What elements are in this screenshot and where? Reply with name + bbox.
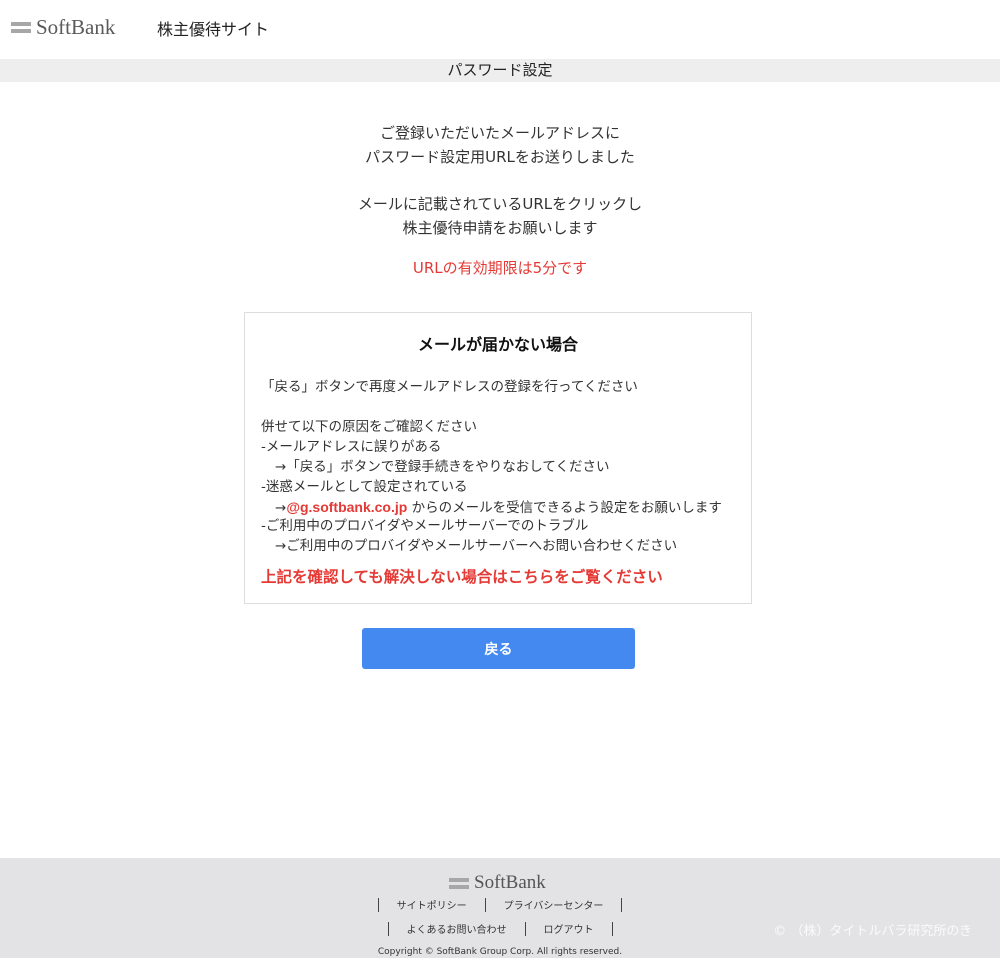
cause-provider-trouble-fix: →ご利用中のプロバイダやメールサーバーへお問い合わせください: [275, 538, 678, 554]
expiry-notice: URLの有効期限は5分です: [412, 259, 588, 277]
site-name: 株主優待サイト: [157, 20, 270, 39]
site-header: SoftBank 株主優待サイト: [0, 0, 1000, 58]
softbank-logo-bars-icon: [11, 22, 31, 33]
site-footer: SoftBank サイトポリシー プライバシーセンター よくあるお問い合わせ ログア…: [0, 858, 1000, 958]
check-intro: 併せて以下の原因をご確認ください: [261, 419, 477, 435]
footer-logo-text: SoftBank: [474, 872, 546, 893]
softbank-logo-text: SoftBank: [36, 15, 116, 39]
cause-spam-filter-fix: →@g.softbank.co.jp からのメールを受信できるよう設定をお願いし…: [261, 497, 722, 518]
instruction-line2: 株主優待申請をお願いします: [402, 219, 598, 237]
arrow-text: →: [275, 500, 287, 516]
instruction-message: メールに記載されているURLをクリックし 株主優待申請をお願いします: [0, 192, 1000, 240]
cause-provider-trouble: -ご利用中のプロバイダやメールサーバーでのトラブル: [261, 518, 589, 534]
email-not-received-box: メールが届かない場合 「戻る」ボタンで再度メールアドレスの登録を行ってください …: [244, 312, 752, 604]
back-button[interactable]: 戻る: [362, 628, 635, 669]
footer-logo-bars-icon: [449, 877, 469, 889]
instruction-line1: メールに記載されているURLをクリックし: [357, 195, 643, 213]
footer-softbank-logo[interactable]: SoftBank: [449, 872, 546, 894]
sent-message-line2: パスワード設定用URLをお送りしました: [365, 148, 635, 166]
divider: [484, 897, 486, 912]
privacy-center-link[interactable]: プライバシーセンター: [504, 901, 604, 912]
sender-domain: @g.softbank.co.jp: [286, 499, 408, 515]
back-instruction: 「戻る」ボタンで再度メールアドレスの登録を行ってください: [261, 379, 638, 395]
infobox-title: メールが届かない場合: [417, 335, 578, 354]
sent-message-line1: ご登録いただいたメールアドレスに: [379, 124, 620, 142]
watermark-text: © （株）タイトルバラ研究所のき: [773, 924, 972, 939]
page-title: パスワード設定: [0, 59, 1000, 82]
cause-spam-filter-fix-text: からのメールを受信できるよう設定をお願いします: [407, 500, 722, 516]
faq-link[interactable]: よくあるお問い合わせ: [407, 925, 507, 936]
cause-spam-filter: -迷惑メールとして設定されている: [261, 479, 468, 495]
divider: [387, 921, 389, 936]
logout-link[interactable]: ログアウト: [544, 925, 594, 936]
sent-message: ご登録いただいたメールアドレスに パスワード設定用URLをお送りしました: [0, 121, 1000, 169]
cause-wrong-address-fix: →「戻る」ボタンで登録手続きをやりなおしてください: [275, 459, 610, 475]
site-policy-link[interactable]: サイトポリシー: [397, 901, 467, 912]
divider: [377, 897, 379, 912]
divider: [621, 897, 623, 912]
footer-links-row1: サイトポリシー プライバシーセンター: [0, 897, 1000, 912]
help-link[interactable]: 上記を確認しても解決しない場合はこちらをご覧ください: [261, 565, 663, 587]
softbank-logo[interactable]: SoftBank: [11, 15, 115, 40]
copyright-text: Copyright © SoftBank Group Corp. All rig…: [377, 947, 623, 957]
cause-wrong-address: -メールアドレスに誤りがある: [261, 439, 442, 455]
divider: [611, 921, 613, 936]
divider: [524, 921, 526, 936]
